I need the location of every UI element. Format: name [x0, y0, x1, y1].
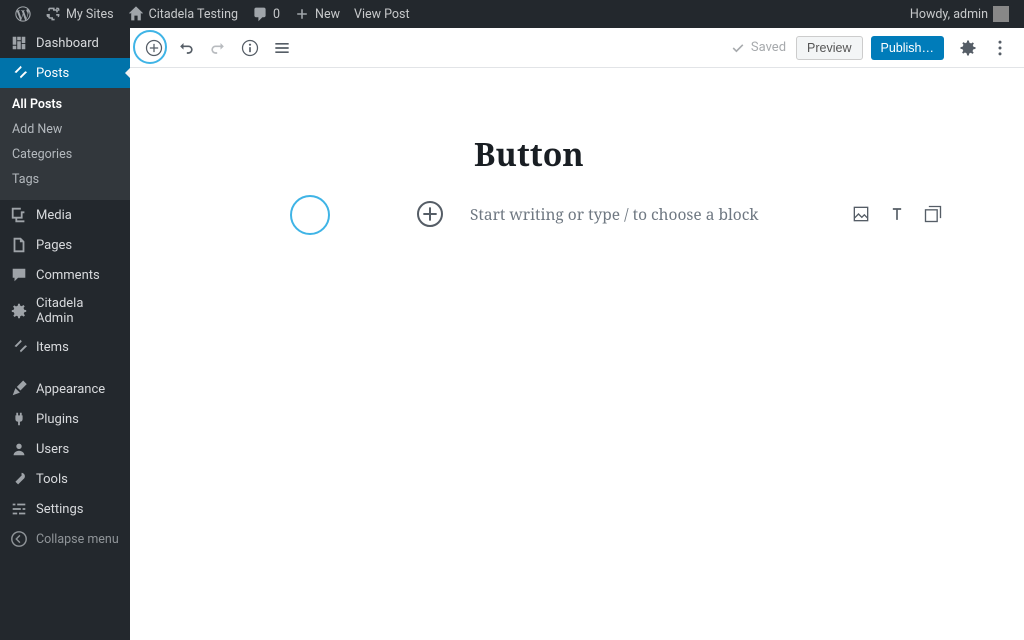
check-icon — [730, 40, 746, 56]
quick-insert-image[interactable] — [850, 203, 872, 225]
publish-button[interactable]: Publish… — [871, 36, 945, 60]
redo-button[interactable] — [204, 34, 232, 62]
submenu-item-add-new[interactable]: Add New — [0, 117, 130, 142]
kebab-icon — [990, 38, 1010, 58]
pages-icon — [10, 236, 28, 254]
avatar — [993, 6, 1009, 22]
sidebar-label: Media — [36, 208, 72, 223]
site-name-label: Citadela Testing — [149, 7, 238, 22]
plus-circle-icon — [144, 38, 164, 58]
sliders-icon — [10, 500, 28, 518]
block-placeholder[interactable]: Start writing or type / to choose a bloc… — [470, 203, 850, 225]
settings-button[interactable] — [954, 34, 982, 62]
new-label: New — [315, 7, 340, 22]
editor-canvas[interactable]: Button Start writing or type / to choose… — [130, 68, 1024, 640]
home-icon — [128, 6, 144, 22]
new-content-menu[interactable]: New — [287, 0, 347, 28]
my-account-menu[interactable]: Howdy, admin — [903, 0, 1016, 28]
more-options-button[interactable] — [986, 34, 1014, 62]
comments-icon — [252, 6, 268, 22]
appearance-icon — [10, 380, 28, 398]
submenu-item-tags[interactable]: Tags — [0, 167, 130, 192]
gallery-icon — [923, 204, 943, 224]
collapse-menu-button[interactable]: Collapse menu — [0, 524, 130, 554]
media-icon — [10, 206, 28, 224]
admin-bar: My Sites Citadela Testing 0 New View Pos… — [0, 0, 1024, 28]
undo-icon — [176, 38, 196, 58]
collapse-label: Collapse menu — [36, 532, 119, 547]
site-name-menu[interactable]: Citadela Testing — [121, 0, 245, 28]
sidebar-item-comments[interactable]: Comments — [0, 260, 130, 290]
sidebar-item-pages[interactable]: Pages — [0, 230, 130, 260]
inline-add-block-button[interactable] — [414, 198, 446, 230]
quick-insert-heading[interactable] — [886, 203, 908, 225]
post-title[interactable]: Button — [474, 133, 584, 176]
submenu-item-all-posts[interactable]: All Posts — [0, 92, 130, 117]
quick-inserter — [850, 203, 944, 225]
sidebar-label: Tools — [36, 472, 68, 487]
sidebar-label: Items — [36, 340, 69, 355]
saved-label: Saved — [751, 40, 786, 55]
tools-icon — [10, 470, 28, 488]
sidebar-label: Comments — [36, 268, 100, 283]
sidebar-label: Citadela Admin — [36, 296, 122, 326]
sidebar-label: Posts — [36, 66, 69, 81]
view-post-label: View Post — [354, 7, 410, 22]
sidebar-label: Plugins — [36, 412, 79, 427]
dashboard-icon — [10, 34, 28, 52]
pin-icon — [10, 64, 28, 82]
list-icon — [272, 38, 292, 58]
view-post-link[interactable]: View Post — [347, 0, 417, 28]
sidebar-label: Dashboard — [36, 36, 99, 51]
pin-icon — [10, 338, 28, 356]
comments-count: 0 — [273, 7, 280, 22]
heading-icon — [887, 204, 907, 224]
my-sites-menu[interactable]: My Sites — [38, 0, 121, 28]
default-block-appender[interactable]: Start writing or type / to choose a bloc… — [414, 196, 944, 232]
block-navigation-button[interactable] — [268, 34, 296, 62]
comments-menu[interactable]: 0 — [245, 0, 287, 28]
redo-icon — [208, 38, 228, 58]
admin-sidebar: Dashboard Posts All Posts Add New Catego… — [0, 28, 130, 640]
preview-button[interactable]: Preview — [796, 36, 862, 60]
sidebar-item-settings[interactable]: Settings — [0, 494, 130, 524]
undo-button[interactable] — [172, 34, 200, 62]
comment-icon — [10, 266, 28, 284]
sidebar-item-tools[interactable]: Tools — [0, 464, 130, 494]
gear-icon — [958, 38, 978, 58]
content-structure-button[interactable] — [236, 34, 264, 62]
info-icon — [240, 38, 260, 58]
sidebar-item-posts[interactable]: Posts — [0, 58, 130, 88]
save-status: Saved — [730, 40, 786, 56]
plus-circle-icon — [414, 198, 446, 230]
quick-insert-gallery[interactable] — [922, 203, 944, 225]
howdy-label: Howdy, admin — [910, 7, 988, 22]
my-sites-label: My Sites — [66, 7, 114, 22]
sidebar-label: Settings — [36, 502, 83, 517]
posts-submenu: All Posts Add New Categories Tags — [0, 88, 130, 200]
submenu-item-categories[interactable]: Categories — [0, 142, 130, 167]
sidebar-label: Appearance — [36, 382, 105, 397]
sidebar-item-users[interactable]: Users — [0, 434, 130, 464]
add-block-button[interactable] — [140, 34, 168, 62]
sidebar-item-plugins[interactable]: Plugins — [0, 404, 130, 434]
network-icon — [45, 6, 61, 22]
collapse-icon — [10, 530, 28, 548]
users-icon — [10, 440, 28, 458]
image-icon — [851, 204, 871, 224]
sidebar-label: Users — [36, 442, 69, 457]
sidebar-item-items[interactable]: Items — [0, 332, 130, 362]
sidebar-item-appearance[interactable]: Appearance — [0, 374, 130, 404]
sidebar-item-dashboard[interactable]: Dashboard — [0, 28, 130, 58]
plus-icon — [294, 6, 310, 22]
gear-icon — [10, 302, 28, 320]
plugin-icon — [10, 410, 28, 428]
sidebar-label: Pages — [36, 238, 72, 253]
editor-toolbar: Saved Preview Publish… — [130, 28, 1024, 68]
wp-logo-menu[interactable] — [8, 0, 38, 28]
sidebar-item-media[interactable]: Media — [0, 200, 130, 230]
wordpress-icon — [15, 6, 31, 22]
sidebar-item-citadela-admin[interactable]: Citadela Admin — [0, 290, 130, 332]
